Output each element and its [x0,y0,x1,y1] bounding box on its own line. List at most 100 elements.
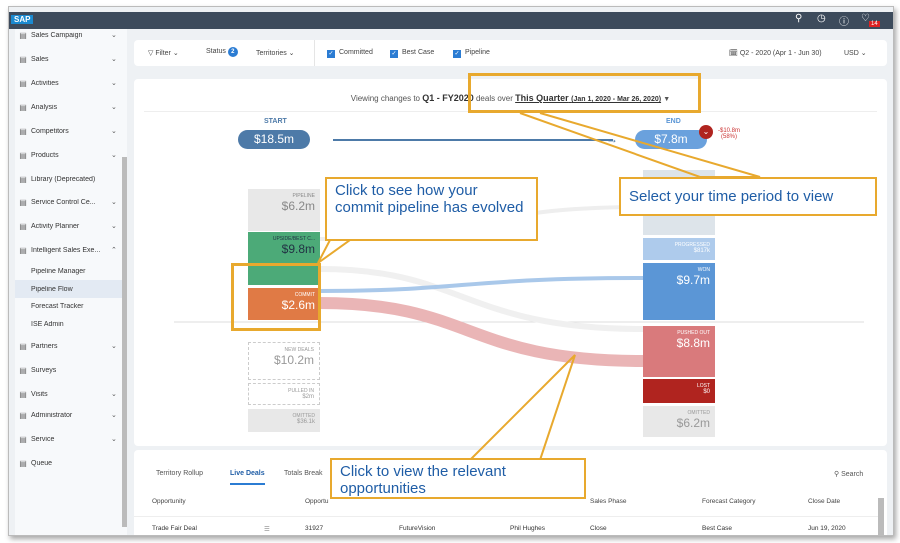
pipeline-checkbox[interactable]: ✓ Pipeline [453,49,490,58]
left-box-pipeline[interactable]: PIPELINE $6.2m [248,189,320,231]
column-header-opportunity-id[interactable]: Opportu [305,498,329,505]
filter-button[interactable]: ▽ Filter ⌄ [148,49,179,57]
sidebar-item-products[interactable]: ▤ Products ⌄ [15,146,123,164]
sidebar-scrollbar[interactable] [122,157,127,527]
commit-callout: Click to see how your commit pipeline ha… [325,177,538,241]
divider [314,40,315,66]
box-value: $10.2m [273,353,314,367]
status-count-badge: 2 [227,47,238,57]
currency-selector[interactable]: USD ⌄ [844,49,867,57]
activities-icon: ▤ [19,78,27,88]
sidebar-item-sales[interactable]: ▤ Sales ⌄ [15,50,123,68]
sidebar-item-surveys[interactable]: ▤ Surveys [15,361,123,379]
clock-icon[interactable]: ◷ [817,13,826,24]
sidebar-item-visits[interactable]: ▤ Visits ⌄ [15,385,123,403]
partners-icon: ▤ [19,341,27,351]
sidebar-item-label: Analysis [31,103,58,111]
sidebar-item-label: Partners [31,342,58,350]
column-header-forecast-category[interactable]: Forecast Category [702,498,755,505]
sidebar-item-label: Sales [31,55,49,63]
sidebar-item-label: Queue [31,459,53,467]
sidebar-item-ise-admin[interactable]: ISE Admin [15,315,123,333]
chevron-down-icon[interactable]: ⌄ [111,55,123,63]
analysis-icon: ▤ [19,102,27,112]
period-highlight [468,73,701,113]
flow-commit-won[interactable] [319,276,644,293]
filter-bar: ▽ Filter ⌄ Status 2 Territories ⌄ ✓ Commi… [134,40,887,66]
sidebar-item-administrator[interactable]: ▤ Administrator ⌄ [15,406,123,424]
sidebar-item-label: Service Control Ce... [31,198,96,206]
box-value: $9.7m [676,273,710,287]
sidebar-item-queue[interactable]: ▤ Queue [15,454,123,472]
planner-icon: ▤ [19,221,27,231]
right-box-won[interactable]: WON $9.7m [643,263,715,320]
search-button[interactable]: ⚲ Search [834,470,863,478]
box-value: $2m [302,394,314,400]
column-header-opportunity[interactable]: Opportunity [152,498,186,505]
sidebar-item-competitors[interactable]: ▤ Competitors ⌄ [15,122,123,140]
sidebar-item-label: Service [31,435,55,443]
sidebar-item-forecast-tracker[interactable]: Forecast Tracker [15,297,123,315]
products-icon: ▤ [19,150,27,160]
sidebar-item-label: Activities [31,79,59,87]
period-selector[interactable]: 🗓 Q2 - 2020 (Apr 1 - Jun 30) [729,49,822,57]
period-callout: Select your time period to view [619,177,877,216]
column-header-sales-phase[interactable]: Sales Phase [590,498,627,505]
currency-label: USD [844,50,859,57]
sidebar-item-label: ISE Admin [31,320,64,328]
sidebar-item-label: Surveys [31,366,57,374]
best-case-checkbox[interactable]: ✓ Best Case [390,49,434,58]
box-value: $9.8m [281,242,315,256]
sidebar-item-partners[interactable]: ▤ Partners ⌄ [15,337,123,355]
right-box-pushed-out[interactable]: PUSHED OUT $8.8m [643,326,715,377]
chevron-down-icon[interactable]: ⌄ [111,127,123,135]
ise-icon: ▤ [19,245,27,255]
sidebar: ▤ Sales Campaign ⌄ ▤ Sales ⌄ ▤ Activities ⌄ ▤ Anal… [15,26,127,535]
tab-totals-breakdown[interactable]: Totals Break [284,470,323,477]
tab-live-deals[interactable]: Live Deals [230,470,265,485]
admin-icon: ▤ [19,410,27,420]
right-box-lost[interactable]: LOST $0 [643,379,715,403]
status-button[interactable]: Status 2 [206,47,238,57]
sidebar-item-activity-planner[interactable]: ▤ Activity Planner ⌄ [15,217,123,235]
period-label: Q2 - 2020 (Apr 1 - Jun 30) [739,50,822,57]
cell-forecast-category: Best Case [702,525,732,532]
column-header-close-date[interactable]: Close Date [808,498,840,505]
menu-icon[interactable]: ☰ [264,525,270,533]
sidebar-item-pipeline-manager[interactable]: Pipeline Manager [15,262,123,280]
sidebar-item-service-control-ce[interactable]: ▤ Service Control Ce... ⌄ [15,193,123,211]
sidebar-item-service[interactable]: ▤ Service ⌄ [15,430,123,448]
committed-label: Committed [339,49,373,56]
committed-checkbox[interactable]: ✓ Committed [327,49,373,58]
chevron-down-icon[interactable]: ⌄ [111,31,123,39]
search-label: Search [841,471,864,478]
sidebar-item-label: Sales Campaign [31,31,83,39]
search-icon[interactable]: ⚲ [795,13,802,24]
tab-territory-rollup[interactable]: Territory Rollup [156,470,203,477]
left-box-new-deals[interactable]: NEW DEALS $10.2m [248,342,320,380]
help-icon[interactable]: ⓘ [839,13,849,28]
chevron-down-icon[interactable]: ⌄ [111,103,123,111]
sidebar-item-analysis[interactable]: ▤ Analysis ⌄ [15,98,123,116]
box-value: $6.2m [676,416,710,430]
sidebar-item-intelligent-sales-exe[interactable]: ▤ Intelligent Sales Exe... ⌃ [15,241,123,259]
right-box-progressed[interactable]: PROGRESSED $817k [643,238,715,260]
filter-label: Filter [155,50,171,57]
table-scrollbar[interactable] [878,498,884,535]
sidebar-item-pipeline-flow[interactable]: Pipeline Flow [15,280,123,298]
sidebar-item-activities[interactable]: ▤ Activities ⌄ [15,74,123,92]
right-box-omitted[interactable]: OMITTED $6.2m [643,406,715,437]
sidebar-item-library-deprecated[interactable]: ▤ Library (Deprecated) [15,170,123,188]
flow-commit-pushed[interactable] [319,297,644,367]
left-box-pulled-in[interactable]: PULLED IN $2m [248,383,320,405]
sidebar-item-label: Competitors [31,127,69,135]
territories-button[interactable]: Territories ⌄ [256,49,295,57]
cell-opportunity[interactable]: Trade Fair Deal [152,525,197,532]
opps-callout: Click to view the relevant opportunities [330,458,586,499]
sidebar-item-label: Visits [31,390,48,398]
chevron-down-icon[interactable]: ⌄ [111,79,123,87]
status-label: Status [206,48,226,55]
sidebar-item-sales-campaign[interactable]: ▤ Sales Campaign ⌄ [15,26,123,44]
left-box-omitted[interactable]: OMITTED $36.1k [248,409,320,432]
sidebar-item-label: Forecast Tracker [31,302,84,310]
